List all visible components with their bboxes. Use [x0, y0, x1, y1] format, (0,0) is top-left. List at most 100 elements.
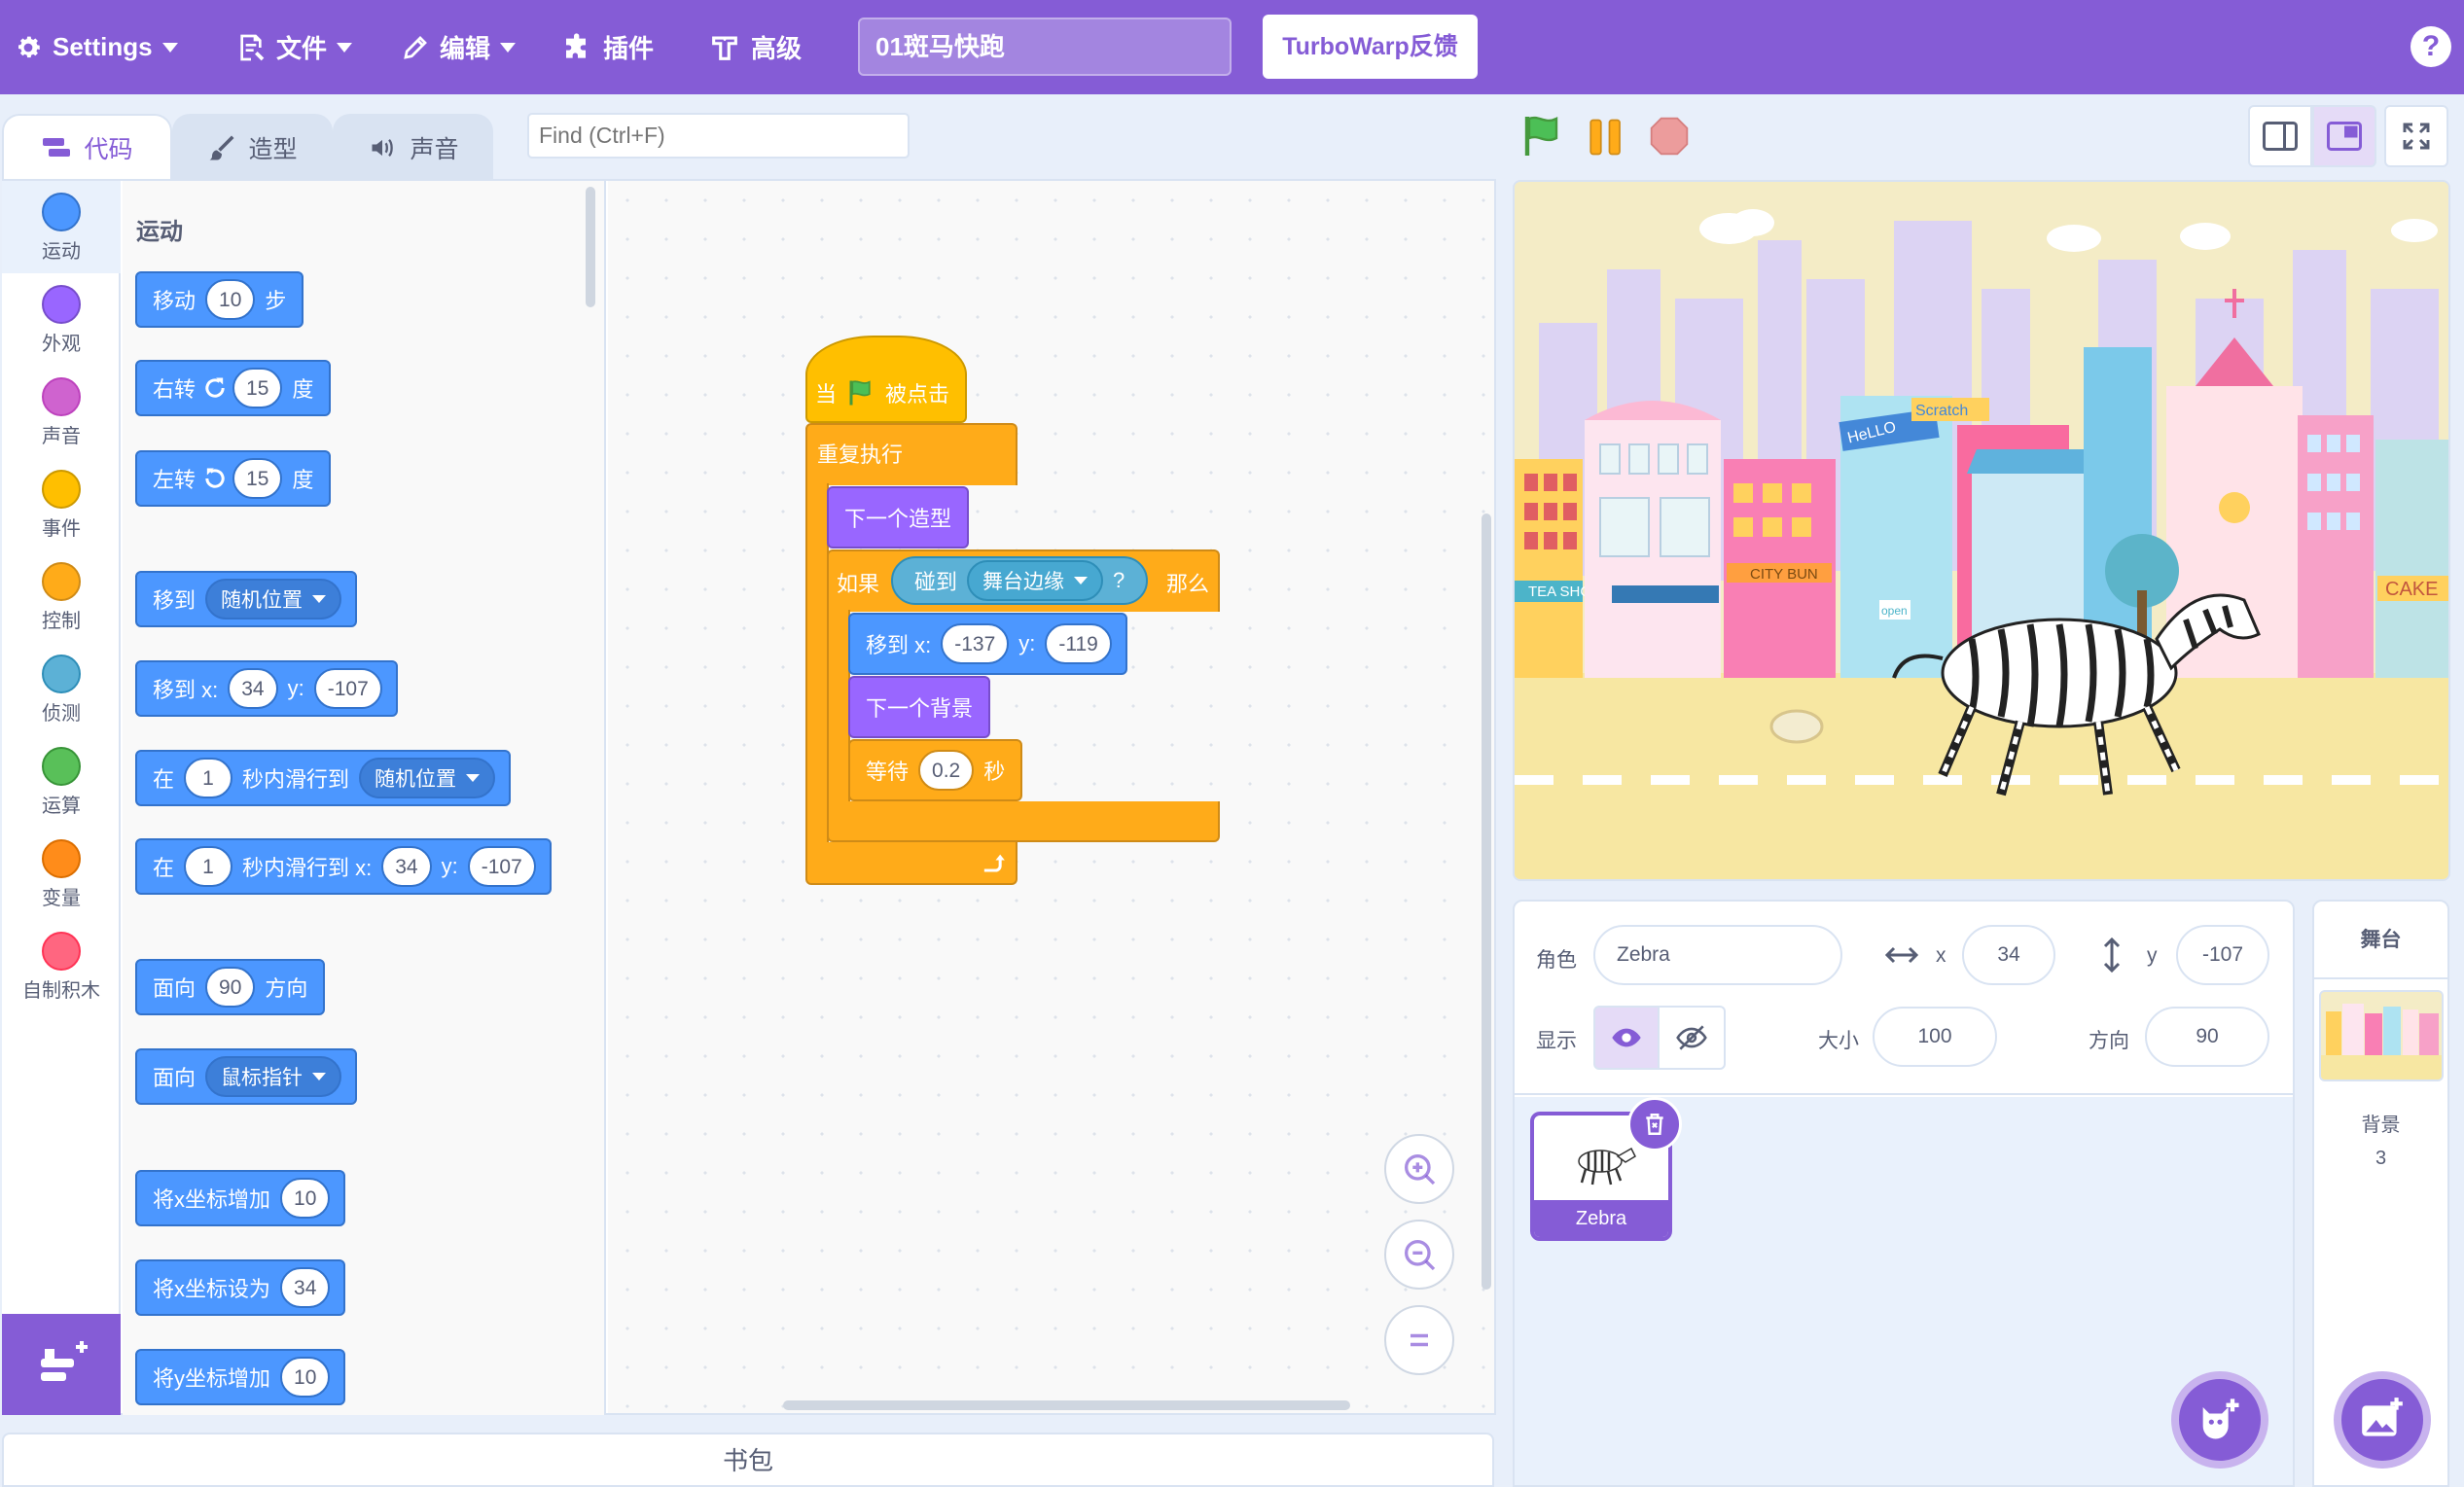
show-sprite-button[interactable] — [1593, 1006, 1660, 1070]
block-text: 在 — [153, 767, 175, 792]
green-flag-icon[interactable] — [1519, 113, 1566, 159]
block-change-y[interactable]: 将y坐标增加 10 — [135, 1349, 346, 1405]
settings-menu[interactable]: Settings — [14, 0, 178, 94]
edit-menu[interactable]: 编辑 — [401, 0, 517, 94]
add-backdrop-button[interactable] — [2334, 1371, 2431, 1469]
zoom-out-button[interactable] — [1384, 1220, 1454, 1290]
block-move-steps[interactable]: 移动 10 步 — [135, 271, 304, 328]
block-touching[interactable]: 碰到 舞台边缘 ? — [891, 556, 1149, 605]
palette-scrollbar[interactable] — [586, 187, 595, 307]
category-menu: 运动 外观 声音 事件 控制 侦测 运算 变量 自制积木 — [2, 181, 121, 1314]
sprite-name-input[interactable]: Zebra — [1593, 925, 1842, 985]
fullscreen-button[interactable] — [2384, 105, 2448, 167]
block-dropdown[interactable]: 随机位置 — [205, 579, 342, 620]
block-number-input[interactable]: 1 — [184, 758, 233, 798]
block-text: 那么 — [1166, 572, 1210, 596]
block-number-input[interactable]: -107 — [313, 668, 382, 709]
category-variables[interactable]: 变量 — [2, 828, 121, 920]
y-input[interactable]: -107 — [2176, 925, 2269, 985]
block-text: 碰到 — [914, 570, 958, 594]
block-number-input[interactable]: 10 — [280, 1357, 331, 1398]
block-number-input[interactable]: 10 — [205, 279, 256, 320]
block-goto[interactable]: 移到 随机位置 — [135, 571, 358, 627]
workspace-horizontal-scrollbar[interactable] — [783, 1400, 1350, 1410]
block-goto-xy[interactable]: 移到 x: 34 y: -107 — [135, 660, 398, 717]
tab-sounds[interactable]: 声音 — [333, 114, 493, 179]
block-text: 移到 x: — [866, 633, 932, 657]
workspace-vertical-scrollbar[interactable] — [1482, 513, 1491, 1290]
feedback-button[interactable]: TurboWarp反馈 — [1263, 15, 1478, 79]
zoom-in-button[interactable] — [1384, 1134, 1454, 1204]
block-text: 将y坐标增加 — [153, 1366, 271, 1391]
addons-menu[interactable]: 插件 — [562, 0, 654, 94]
category-sensing[interactable]: 侦测 — [2, 643, 121, 735]
block-number-input[interactable]: 15 — [232, 368, 283, 408]
block-glide-to[interactable]: 在 1 秒内滑行到 随机位置 — [135, 750, 512, 806]
block-point-towards[interactable]: 面向 鼠标指针 — [135, 1048, 358, 1105]
delete-sprite-button[interactable] — [1627, 1097, 1682, 1151]
block-number-input[interactable]: 0.2 — [918, 750, 975, 791]
block-text: ? — [1113, 568, 1125, 592]
block-next-backdrop[interactable]: 下一个背景 — [848, 676, 991, 738]
block-dropdown[interactable]: 舞台边缘 — [967, 560, 1104, 601]
category-looks[interactable]: 外观 — [2, 273, 121, 366]
block-text: 下一个造型 — [844, 507, 952, 531]
category-dot — [42, 193, 81, 231]
find-input[interactable] — [527, 113, 910, 159]
block-number-input[interactable]: -137 — [941, 623, 1010, 664]
add-extension-button[interactable] — [2, 1314, 121, 1415]
advanced-menu[interactable]: 高级 — [708, 0, 802, 94]
block-turn-left[interactable]: 左转 15 度 — [135, 450, 332, 507]
x-input[interactable]: 34 — [1962, 925, 2055, 985]
block-number-input[interactable]: -107 — [467, 846, 536, 887]
block-number-input[interactable]: 34 — [381, 846, 432, 887]
block-point-direction[interactable]: 面向 90 方向 — [135, 959, 326, 1015]
category-events[interactable]: 事件 — [2, 458, 121, 550]
tab-code[interactable]: 代码 — [2, 114, 172, 179]
hide-sprite-button[interactable] — [1660, 1006, 1726, 1070]
category-control[interactable]: 控制 — [2, 550, 121, 643]
block-number-input[interactable]: 34 — [228, 668, 278, 709]
category-sound[interactable]: 声音 — [2, 366, 121, 458]
category-motion[interactable]: 运动 — [2, 181, 121, 273]
large-stage-button[interactable] — [2312, 105, 2376, 167]
backpack[interactable]: 书包 — [2, 1433, 1494, 1487]
block-number-input[interactable]: 10 — [280, 1178, 331, 1219]
block-turn-right[interactable]: 右转 15 度 — [135, 360, 332, 416]
stage-canvas[interactable]: TEA SHOP CITY BUN HeLLO Scratch open CAK… — [1513, 180, 2450, 881]
tab-costumes[interactable]: 造型 — [172, 114, 333, 179]
large-stage-icon — [2327, 122, 2362, 151]
add-sprite-button[interactable] — [2171, 1371, 2268, 1469]
block-text: 如果 — [837, 572, 880, 596]
small-stage-button[interactable] — [2248, 105, 2312, 167]
size-input[interactable]: 100 — [1873, 1007, 1997, 1067]
block-number-input[interactable]: 1 — [184, 846, 233, 887]
block-number-input[interactable]: -119 — [1045, 623, 1112, 664]
block-change-x[interactable]: 将x坐标增加 10 — [135, 1170, 346, 1226]
category-my-blocks[interactable]: 自制积木 — [2, 920, 121, 1012]
category-dot — [42, 285, 81, 324]
stop-icon[interactable] — [1648, 115, 1691, 158]
block-glide-xy[interactable]: 在 1 秒内滑行到 x: 34 y: -107 — [135, 838, 552, 895]
block-dropdown[interactable]: 随机位置 — [359, 758, 496, 798]
file-menu[interactable]: 文件 — [235, 0, 353, 94]
pause-icon[interactable] — [1586, 117, 1626, 158]
block-wait[interactable]: 等待 0.2 秒 — [848, 739, 1023, 801]
script-workspace[interactable] — [608, 181, 1494, 1413]
category-label: 事件 — [42, 518, 81, 540]
help-button[interactable]: ? — [2410, 26, 2451, 67]
block-next-costume[interactable]: 下一个造型 — [827, 486, 970, 549]
settings-label: Settings — [53, 32, 153, 61]
block-number-input[interactable]: 15 — [232, 458, 283, 499]
project-title-input[interactable]: 01斑马快跑 — [858, 18, 1232, 76]
block-dropdown[interactable]: 鼠标指针 — [205, 1056, 342, 1097]
direction-input[interactable]: 90 — [2145, 1007, 2269, 1067]
stage-backdrop-thumbnail[interactable] — [2319, 990, 2444, 1081]
block-number-input[interactable]: 34 — [280, 1267, 331, 1308]
category-operators[interactable]: 运算 — [2, 735, 121, 828]
block-goto-xy-script[interactable]: 移到 x: -137 y: -119 — [848, 613, 1127, 675]
block-set-x[interactable]: 将x坐标设为 34 — [135, 1259, 346, 1316]
block-number-input[interactable]: 90 — [205, 967, 256, 1008]
zoom-reset-button[interactable] — [1384, 1305, 1454, 1375]
zoom-out-icon — [1405, 1240, 1436, 1271]
